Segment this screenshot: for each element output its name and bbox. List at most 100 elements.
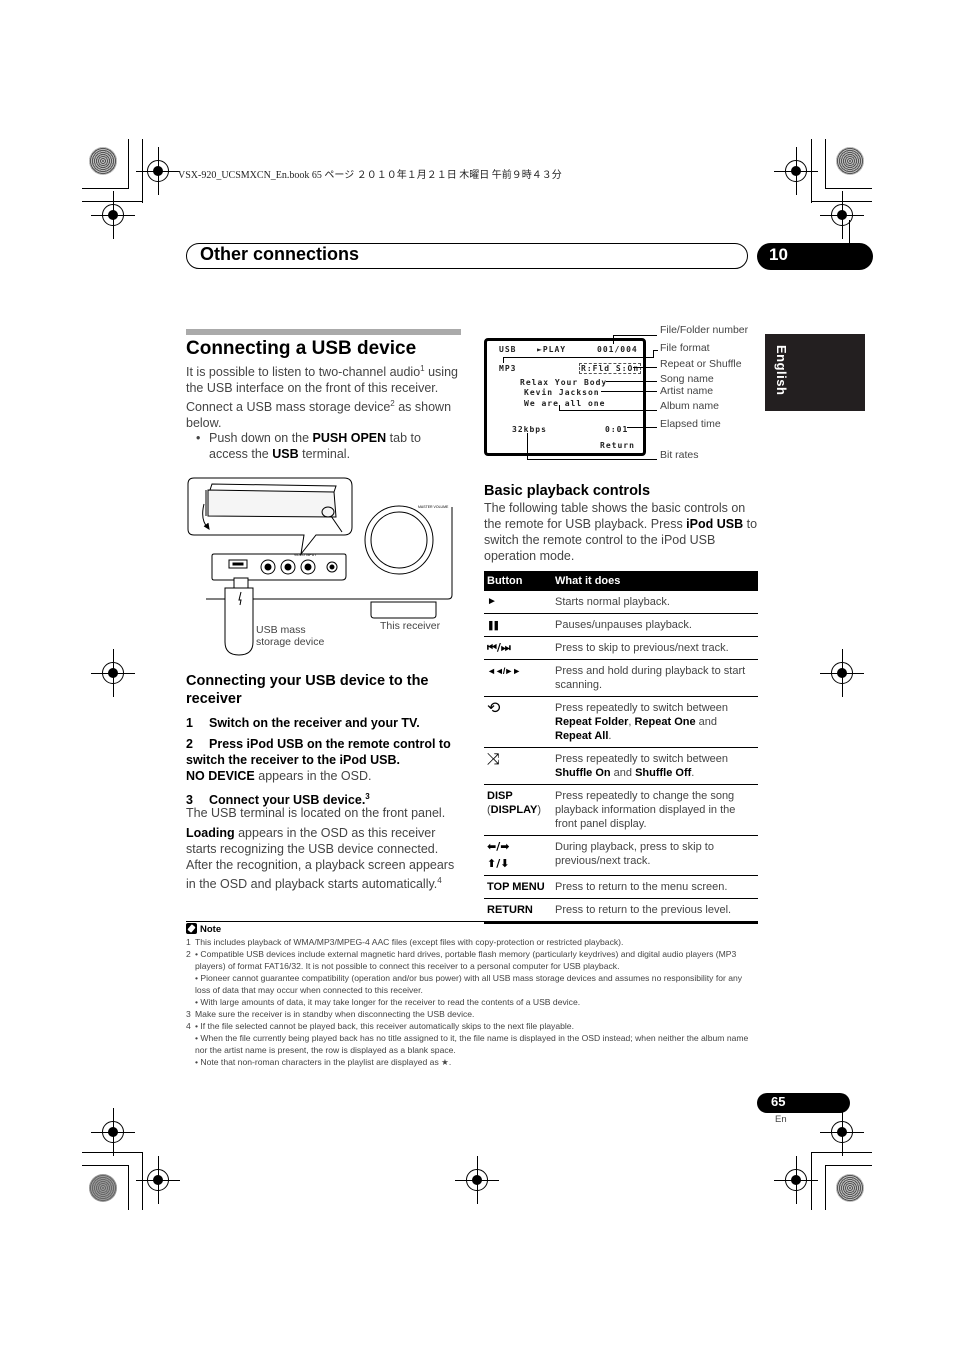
crop-mark: [811, 1152, 872, 1153]
row-description: Press to return to the menu screen.: [552, 875, 758, 899]
row-description: During playback, press to skip to previo…: [552, 835, 758, 876]
callout-leader: [613, 335, 657, 336]
crop-mark: [849, 220, 850, 244]
left-right-arrow-icon: ⬅/➡: [487, 840, 510, 853]
osd-artist: Kevin Jackson: [524, 388, 600, 397]
usb-stick: [224, 577, 254, 656]
crop-mark: [825, 188, 872, 189]
osd-file-number: 001/004: [597, 345, 638, 354]
crop-mark: [825, 1165, 826, 1210]
section-intro: It is possible to listen to two-channel …: [186, 364, 458, 431]
subsection-title: Connecting your USB device to the receiv…: [186, 673, 429, 707]
row-description: Press repeatedly to switch between Repea…: [552, 696, 758, 748]
color-registration-rosette: [836, 147, 864, 175]
color-registration-rosette: [836, 1174, 864, 1202]
callout-leader: [627, 427, 657, 428]
usb-device-label: USB mass storage device: [256, 624, 325, 648]
crop-mark: [82, 201, 143, 202]
repeat-icon: ⟲: [484, 696, 552, 748]
loading-description: Loading appears in the OSD as this recei…: [186, 826, 455, 892]
table-row: TOP MENU Press to return to the menu scr…: [484, 875, 758, 899]
table-row: ❚❚ Pauses/unpauses playback.: [484, 613, 758, 637]
playback-section-title: Basic playback controls: [484, 483, 651, 499]
column-header-button: Button: [484, 571, 552, 591]
registration-mark: [136, 147, 180, 195]
crop-mark: [82, 1152, 143, 1153]
crop-mark: [811, 139, 812, 203]
crop-mark: [82, 1165, 129, 1166]
row-description: Press repeatedly to change the song play…: [552, 784, 758, 836]
play-icon: ►: [484, 591, 552, 614]
print-file-info: VSX-920_UCSMXCN_En.book 65 ページ ２０１０年１月２１…: [178, 170, 562, 181]
push-open-instruction: • Push down on the PUSH OPEN tab to acce…: [196, 431, 421, 461]
osd-album: We are all one: [524, 399, 606, 408]
crop-mark: [142, 139, 143, 203]
page-language: En: [775, 1114, 787, 1125]
osd-status: ►PLAY: [537, 345, 567, 354]
crop-mark: [128, 139, 129, 188]
table-row: DISP (DISPLAY) Press repeatedly to chang…: [484, 784, 758, 836]
color-registration-rosette: [89, 1174, 117, 1202]
footnote-3: 3 Make sure the receiver is in standby w…: [186, 1009, 475, 1019]
step-3-detail: The USB terminal is located on the front…: [186, 806, 446, 820]
callout-repeat-or-shuffle: Repeat or Shuffle: [660, 358, 742, 370]
osd-bitrate: 32kbps: [512, 425, 547, 434]
footnote-ref[interactable]: 3: [365, 792, 369, 801]
crop-mark: [825, 139, 826, 188]
footnotes: Note 1 This includes playback of WMA/MP3…: [186, 923, 758, 1068]
row-description: Press to return to the previous level.: [552, 898, 758, 924]
notes-heading: Note: [186, 923, 758, 936]
callout-leader: [503, 357, 504, 363]
return-button-label: RETURN: [484, 898, 552, 924]
chapter-title: Other connections: [200, 244, 360, 264]
step-1: 1 Switch on the receiver and your TV.: [186, 716, 420, 730]
osd-elapsed: 0:01: [605, 425, 629, 434]
table-row: ► Starts normal playback.: [484, 591, 758, 614]
osd-format: MP3: [499, 364, 517, 373]
footnote-ref[interactable]: 4: [437, 876, 441, 885]
callout-leader: [653, 350, 658, 351]
osd-song: Relax Your Body: [520, 378, 608, 387]
callout-artist-name: Artist name: [660, 385, 714, 397]
registration-mark: [136, 1156, 180, 1204]
master-volume-label: MASTER VOLUME: [418, 505, 449, 509]
registration-mark: [820, 649, 864, 697]
column-header-description: What it does: [552, 571, 758, 591]
row-description: Press to skip to previous/next track.: [552, 636, 758, 660]
crop-mark: [811, 1152, 812, 1210]
table-row: ⬅/➡ ⬆/⬇ During playback, press to skip t…: [484, 835, 758, 876]
top-menu-button-label: TOP MENU: [484, 875, 552, 899]
crop-mark: [128, 1165, 129, 1210]
callout-leader: [503, 357, 653, 358]
callout-leader: [559, 410, 657, 411]
scan-icon: ◄◄/►►: [484, 659, 552, 697]
table-header-row: Button What it does: [484, 571, 758, 591]
color-registration-rosette: [89, 147, 117, 175]
up-down-arrow-icon: ⬆/⬇: [487, 857, 510, 870]
callout-leader: [527, 433, 528, 460]
row-description: Press repeatedly to switch between Shuff…: [552, 747, 758, 785]
registration-mark: [820, 1108, 864, 1156]
receiver-label: This receiver: [380, 620, 441, 632]
skip-icon: ⏮/⏭: [484, 636, 552, 660]
osd-playback-screen: USB ►PLAY 001/004 MP3 R:Fld S:On Relax Y…: [484, 338, 646, 456]
registration-mark: [91, 649, 135, 697]
row-description: Starts normal playback.: [552, 591, 758, 614]
callout-song-name: Song name: [660, 373, 714, 385]
footnote-1: 1 This includes playback of WMA/MP3/MPEG…: [186, 937, 624, 947]
callout-elapsed-time: Elapsed time: [660, 418, 721, 430]
callout-leader: [601, 391, 657, 392]
step-2-result: NO DEVICE appears in the OSD.: [186, 769, 372, 783]
pause-icon: ❚❚: [484, 613, 552, 637]
shuffle-icon: ⤨: [484, 747, 552, 785]
osd-source: USB: [499, 345, 517, 354]
step-2: 2 Press iPod USB on the remote control to…: [186, 737, 451, 767]
playback-intro: The following table shows the basic cont…: [484, 501, 758, 563]
callout-leader: [613, 335, 614, 344]
footnote-4: 4 • If the file selected cannot be playe…: [186, 1021, 749, 1067]
callout-leader: [633, 367, 657, 368]
language-tab-label: English: [774, 345, 789, 396]
registration-mark: [91, 1108, 135, 1156]
osd-repeat-shuffle: R:Fld S:On: [579, 363, 642, 374]
callout-leader: [527, 459, 657, 460]
